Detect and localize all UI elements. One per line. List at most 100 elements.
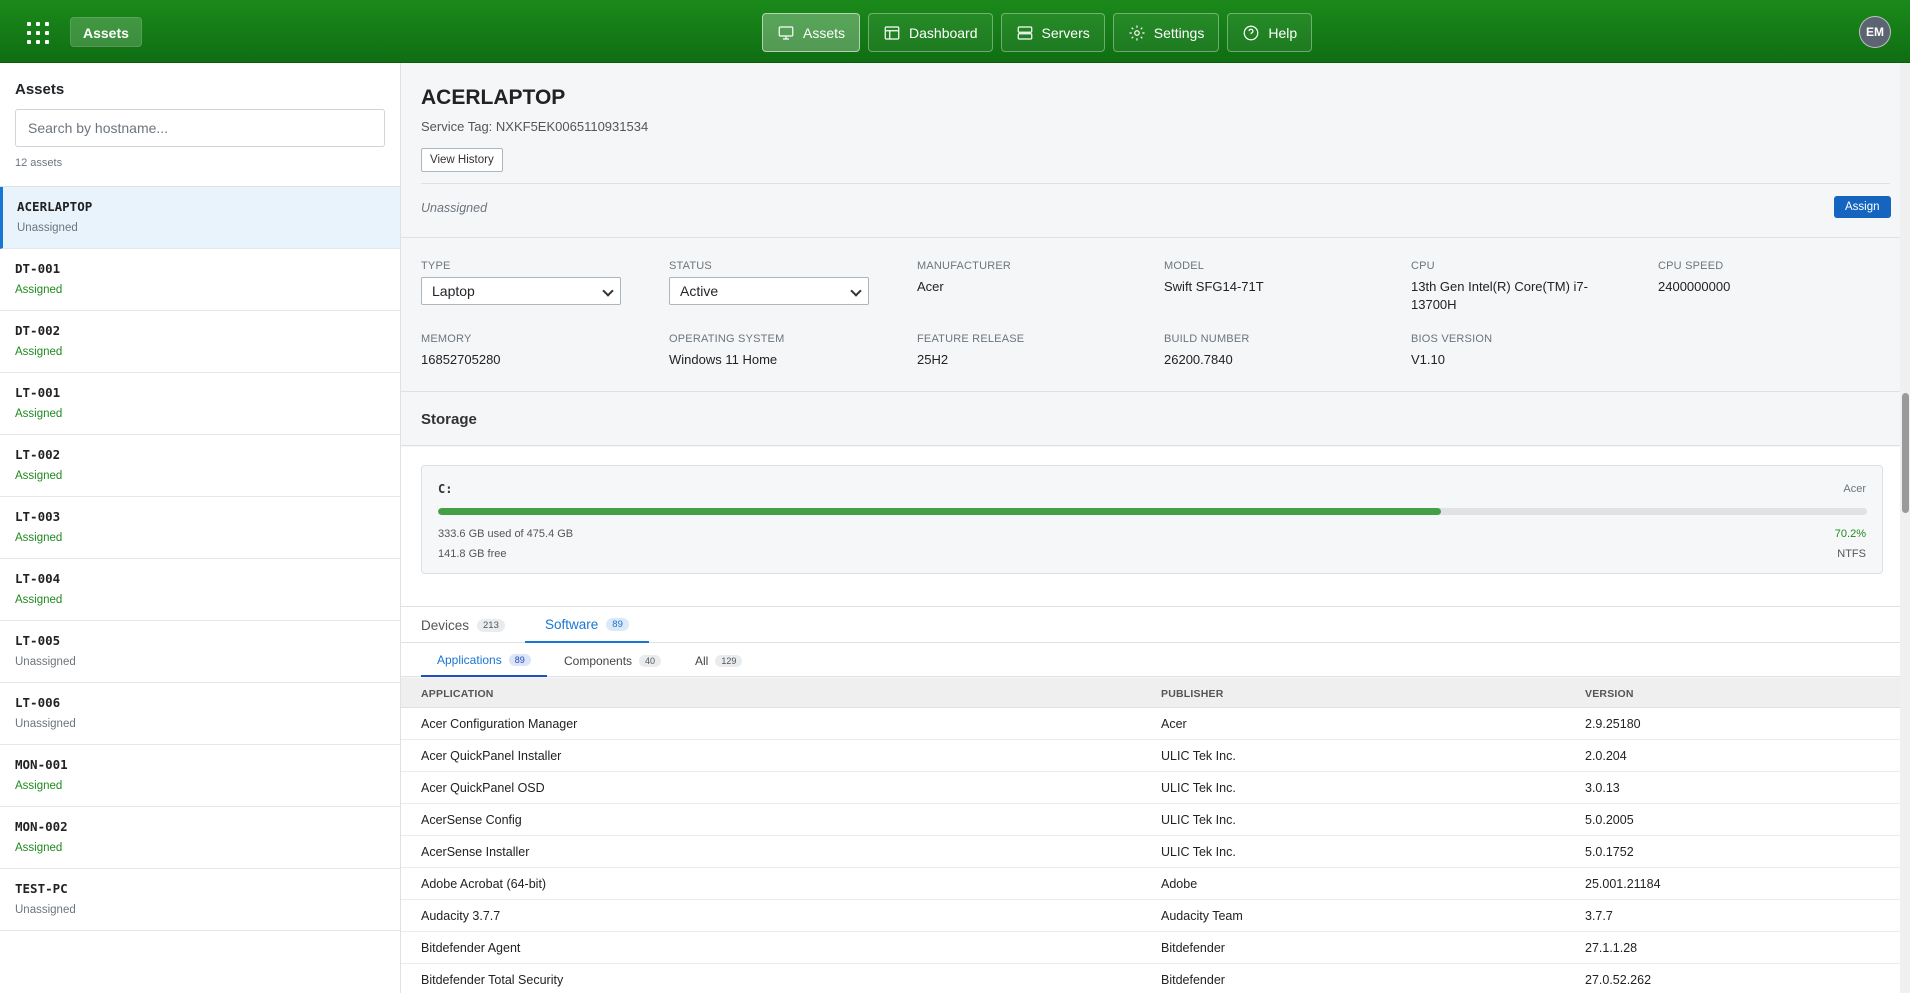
- asset-list-item[interactable]: TEST-PC Unassigned: [0, 869, 400, 931]
- table-row[interactable]: Acer QuickPanel Installer ULIC Tek Inc. …: [401, 740, 1900, 772]
- field-label: OPERATING SYSTEM: [669, 333, 785, 345]
- user-avatar[interactable]: EM: [1859, 16, 1891, 48]
- main-nav: Assets Dashboard Servers Settings Help: [762, 13, 1313, 52]
- table-row[interactable]: Adobe Acrobat (64-bit) Adobe 25.001.2118…: [401, 868, 1900, 900]
- nav-label: Assets: [803, 24, 846, 41]
- asset-list-item[interactable]: MON-002 Assigned: [0, 807, 400, 869]
- table-row[interactable]: Acer Configuration Manager Acer 2.9.2518…: [401, 708, 1900, 740]
- version-cell: 27.1.1.28: [1585, 941, 1638, 955]
- asset-hostname: DT-001: [15, 261, 61, 276]
- subtab-applications[interactable]: Applications 89: [421, 644, 547, 677]
- count-badge: 40: [639, 654, 662, 667]
- asset-list-item[interactable]: LT-005 Unassigned: [0, 621, 400, 683]
- nav-dashboard-button[interactable]: Dashboard: [868, 13, 993, 52]
- table-row[interactable]: Acer QuickPanel OSD ULIC Tek Inc. 3.0.13: [401, 772, 1900, 804]
- service-tag: Service Tag: NXKF5EK0065110931534: [421, 119, 649, 134]
- nav-servers-button[interactable]: Servers: [1000, 13, 1105, 52]
- status-select[interactable]: Active: [669, 277, 869, 305]
- asset-hostname: MON-002: [15, 819, 68, 834]
- software-table: APPLICATION PUBLISHER VERSION Acer Confi…: [401, 678, 1900, 993]
- disk-used: 333.6 GB used of 475.4 GB: [438, 528, 574, 540]
- table-row[interactable]: AcerSense Installer ULIC Tek Inc. 5.0.17…: [401, 836, 1900, 868]
- field-label: STATUS: [669, 260, 712, 272]
- application-cell: Acer QuickPanel OSD: [421, 781, 545, 795]
- disk-card: C: Acer 333.6 GB used of 475.4 GB 141.8 …: [421, 465, 1883, 574]
- type-select-value: Laptop: [432, 283, 475, 299]
- table-row[interactable]: Audacity 3.7.7 Audacity Team 3.7.7: [401, 900, 1900, 932]
- asset-list-item[interactable]: DT-001 Assigned: [0, 249, 400, 311]
- publisher-cell: Bitdefender: [1161, 941, 1225, 955]
- asset-list-item[interactable]: LT-004 Assigned: [0, 559, 400, 621]
- subtab-components[interactable]: Components 40: [548, 644, 677, 677]
- type-select[interactable]: Laptop: [421, 277, 621, 305]
- application-cell: Adobe Acrobat (64-bit): [421, 877, 547, 891]
- field-value: 26200.7840: [1164, 352, 1233, 367]
- asset-assignment-status: Unassigned: [15, 904, 76, 916]
- disk-usage-fill: [438, 508, 1442, 515]
- asset-assignment-status: Assigned: [15, 594, 63, 606]
- field-label: TYPE: [421, 260, 451, 272]
- asset-hostname: LT-004: [15, 571, 61, 586]
- disk-percent: 70.2%: [1834, 528, 1866, 540]
- asset-list: ACERLAPTOP Unassigned DT-001 Assigned DT…: [0, 186, 400, 931]
- sidebar-title: Assets: [15, 81, 65, 98]
- dashboard-icon: [884, 25, 900, 40]
- asset-list-item[interactable]: MON-001 Assigned: [0, 745, 400, 807]
- app-grid-icon[interactable]: [24, 19, 50, 45]
- asset-hostname: LT-001: [15, 385, 61, 400]
- field-label: BUILD NUMBER: [1164, 333, 1250, 345]
- field-value: Swift SFG14-71T: [1164, 279, 1264, 294]
- column-header[interactable]: VERSION: [1585, 688, 1634, 700]
- asset-assignment-status: Assigned: [15, 470, 63, 482]
- table-row[interactable]: AcerSense Config ULIC Tek Inc. 5.0.2005: [401, 804, 1900, 836]
- os-field: OPERATING SYSTEM Windows 11 Home: [669, 333, 899, 369]
- asset-list-item[interactable]: LT-006 Unassigned: [0, 683, 400, 745]
- status-select-value: Active: [680, 283, 719, 299]
- nav-help-button[interactable]: Help: [1227, 13, 1313, 52]
- status-field: STATUS Active: [669, 260, 899, 305]
- application-cell: AcerSense Config: [421, 813, 522, 827]
- manufacturer-field: MANUFACTURER Acer: [917, 260, 1147, 296]
- asset-list-item[interactable]: LT-001 Assigned: [0, 373, 400, 435]
- cpu-speed-field: CPU SPEED 2400000000: [1658, 260, 1888, 296]
- nav-label: Help: [1268, 24, 1298, 41]
- nav-assets-button[interactable]: Assets: [762, 13, 861, 52]
- field-label: BIOS VERSION: [1411, 333, 1493, 345]
- nav-settings-button[interactable]: Settings: [1112, 13, 1220, 52]
- count-badge: 213: [477, 618, 505, 632]
- field-label: CPU: [1411, 260, 1435, 272]
- scrollbar-thumb[interactable]: [1902, 393, 1909, 513]
- asset-list-item[interactable]: LT-002 Assigned: [0, 435, 400, 497]
- column-header[interactable]: APPLICATION: [421, 688, 494, 700]
- asset-hostname: LT-006: [15, 695, 61, 710]
- asset-assignment-status: Assigned: [15, 780, 63, 792]
- assign-button[interactable]: Assign: [1834, 196, 1891, 218]
- assignment-state: Unassigned: [421, 201, 488, 215]
- scrollbar-track[interactable]: [1900, 63, 1910, 993]
- divider: [421, 183, 1890, 184]
- model-field: MODEL Swift SFG14-71T: [1164, 260, 1394, 296]
- table-row[interactable]: Bitdefender Agent Bitdefender 27.1.1.28: [401, 932, 1900, 964]
- asset-list-item[interactable]: LT-003 Assigned: [0, 497, 400, 559]
- disk-filesystem: NTFS: [1837, 548, 1866, 560]
- subtab-all[interactable]: All 129: [679, 644, 758, 677]
- asset-list-item[interactable]: DT-002 Assigned: [0, 311, 400, 373]
- type-field: TYPE Laptop: [421, 260, 651, 305]
- application-cell: Bitdefender Agent: [421, 941, 521, 955]
- chevron-down-icon: [602, 285, 614, 297]
- asset-assignment-status: Assigned: [15, 284, 63, 296]
- hostname-search-input[interactable]: [15, 109, 385, 147]
- asset-header: ACERLAPTOP Service Tag: NXKF5EK006511093…: [401, 63, 1900, 238]
- asset-hostname: MON-001: [15, 757, 68, 772]
- table-row[interactable]: Bitdefender Total Security Bitdefender 2…: [401, 964, 1900, 993]
- publisher-cell: Acer: [1161, 717, 1187, 731]
- column-header[interactable]: PUBLISHER: [1161, 688, 1223, 700]
- asset-list-item[interactable]: ACERLAPTOP Unassigned: [0, 187, 400, 249]
- version-cell: 2.0.204: [1585, 749, 1627, 763]
- build-number-field: BUILD NUMBER 26200.7840: [1164, 333, 1394, 369]
- tab-software[interactable]: Software 89: [525, 607, 649, 643]
- tab-devices[interactable]: Devices 213: [401, 607, 525, 643]
- brand-button[interactable]: Assets: [70, 17, 142, 47]
- view-history-button[interactable]: View History: [421, 148, 503, 172]
- server-icon: [1017, 25, 1032, 40]
